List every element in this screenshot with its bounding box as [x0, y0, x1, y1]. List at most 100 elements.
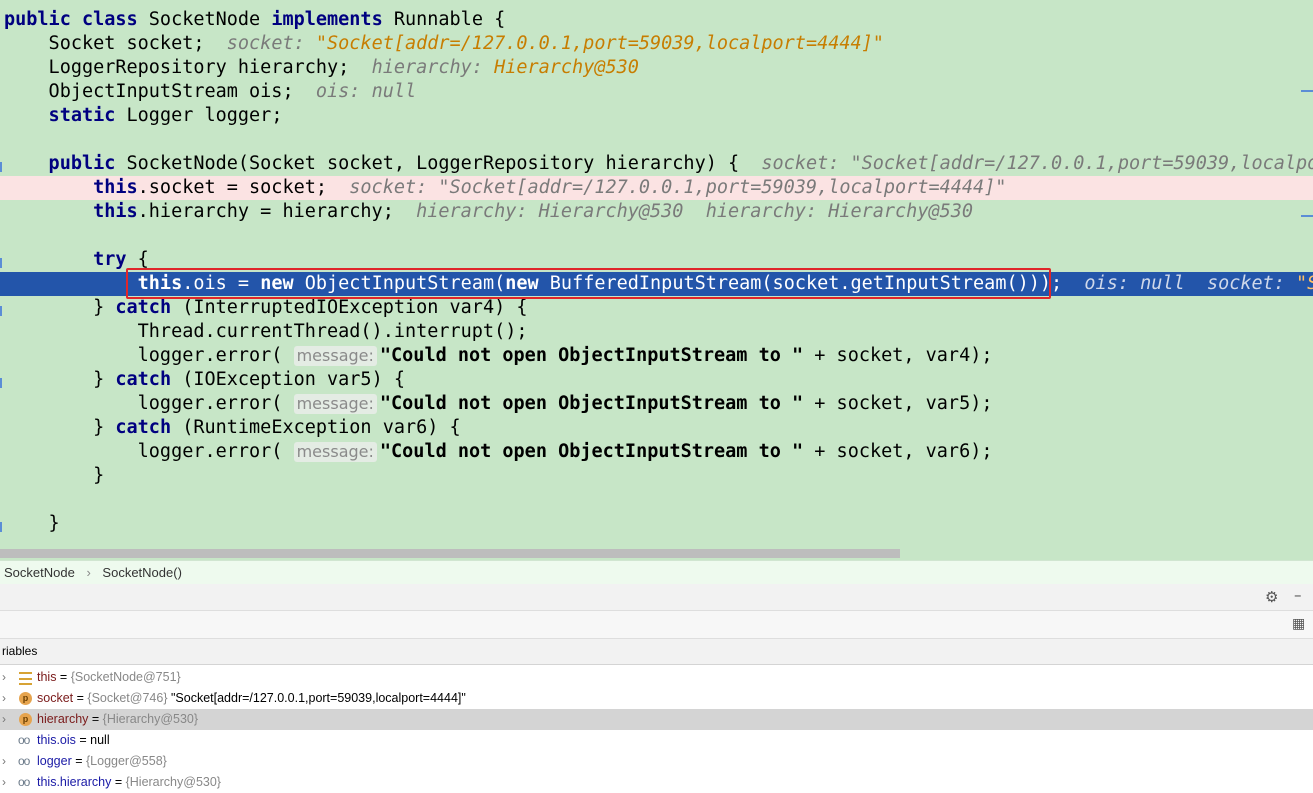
variable-value: null: [90, 733, 110, 747]
variable-name: this.ois: [37, 733, 76, 747]
variable-row[interactable]: › oo logger = {Logger@558}: [0, 751, 1313, 772]
scrollbar-marker: [1301, 90, 1313, 92]
inline-debug-value: socket: "Socket[addr=/127.0.0.1,port=590…: [349, 177, 1007, 198]
code-line[interactable]: this.socket = socket; socket: "Socket[ad…: [0, 176, 1313, 200]
code-token: }: [4, 513, 60, 534]
variable-name: this.hierarchy: [37, 775, 112, 789]
code-token: {: [137, 249, 149, 270]
code-line[interactable]: logger.error( message: "Could not open Ob…: [0, 344, 1313, 368]
code-line[interactable]: public class SocketNode implements Runna…: [0, 8, 1313, 32]
inline-debug-value: hierarchy:: [371, 57, 495, 78]
variable-name: this: [37, 670, 57, 684]
code-line[interactable]: [0, 488, 1313, 512]
code-line[interactable]: public SocketNode(Socket socket, LoggerR…: [0, 152, 1313, 176]
breadcrumb: SocketNode › SocketNode(): [0, 560, 1313, 584]
scrollbar-marker: [1301, 215, 1313, 217]
breadcrumb-class[interactable]: SocketNode: [0, 565, 79, 580]
variable-name: logger: [37, 754, 72, 768]
watch-icon: oo: [18, 775, 30, 789]
variable-row[interactable]: › oo this.hierarchy = {Hierarchy@530}: [0, 772, 1313, 793]
code-token: catch: [115, 417, 183, 438]
variable-text: this.ois = null: [37, 733, 110, 747]
code-token: logger.error(: [4, 345, 294, 366]
expand-arrow-icon[interactable]: ›: [2, 667, 6, 688]
variable-row[interactable]: oo this.ois = null: [0, 730, 1313, 751]
expand-arrow-icon[interactable]: ›: [2, 709, 6, 730]
code-token: implements: [271, 9, 394, 30]
code-line[interactable]: Thread.currentThread().interrupt();: [0, 320, 1313, 344]
expand-arrow-icon[interactable]: ›: [2, 772, 6, 793]
code-token: try: [4, 249, 138, 270]
variable-row[interactable]: › this = {SocketNode@751}: [0, 667, 1313, 688]
minimize-icon[interactable]: –: [1294, 585, 1302, 605]
variable-text: this = {SocketNode@751}: [37, 670, 181, 684]
code-line[interactable]: this.hierarchy = hierarchy; hierarchy: H…: [0, 200, 1313, 224]
gear-icon[interactable]: ⚙: [1265, 587, 1278, 607]
code-line[interactable]: } catch (IOException var5) {: [0, 368, 1313, 392]
variable-type: {Hierarchy@530}: [125, 775, 221, 789]
code-line[interactable]: ObjectInputStream ois; ois: null: [0, 80, 1313, 104]
code-token: logger.error(: [4, 441, 294, 462]
code-token: ObjectInputStream ois;: [4, 81, 316, 102]
code-token: + socket, var6);: [803, 441, 993, 462]
code-line[interactable]: [0, 224, 1313, 248]
code-token: catch: [115, 369, 183, 390]
variable-text: logger = {Logger@558}: [37, 754, 167, 768]
code-line[interactable]: }: [0, 512, 1313, 536]
code-token: (InterruptedIOException var4) {: [182, 297, 528, 318]
code-token: .hierarchy = hierarchy;: [137, 201, 417, 222]
variable-type: {Logger@558}: [86, 754, 167, 768]
variable-name: hierarchy: [37, 712, 89, 726]
breadcrumb-separator: ›: [86, 565, 91, 580]
code-line[interactable]: LoggerRepository hierarchy; hierarchy: H…: [0, 56, 1313, 80]
parameter-hint: message:: [293, 442, 377, 462]
debug-subtoolbar: ▦: [0, 611, 1313, 639]
tab-variables[interactable]: riables: [0, 639, 39, 664]
code-token: Runnable {: [393, 9, 506, 30]
code-token: }: [4, 465, 105, 486]
variable-value: "Socket[addr=/127.0.0.1,port=59039,local…: [167, 691, 466, 705]
layout-icon[interactable]: ▦: [1292, 614, 1305, 634]
code-token: (RuntimeException var6) {: [182, 417, 461, 438]
code-token: .socket = socket;: [137, 177, 350, 198]
code-line[interactable]: [0, 128, 1313, 152]
inline-debug-value: ois: null: [315, 81, 417, 102]
highlight-box: [126, 268, 1051, 299]
gutter-marker: [0, 522, 2, 532]
code-editor[interactable]: public class SocketNode implements Runna…: [0, 0, 1313, 560]
code-line[interactable]: Socket socket; socket: "Socket[addr=/127…: [0, 32, 1313, 56]
code-line[interactable]: }: [0, 464, 1313, 488]
code-line[interactable]: static Logger logger;: [0, 104, 1313, 128]
debugger-tabs: riables: [0, 639, 1313, 665]
expand-arrow-icon[interactable]: ›: [2, 751, 6, 772]
code-token: static: [4, 105, 127, 126]
breadcrumb-method[interactable]: SocketNode(): [98, 565, 185, 580]
code-line[interactable]: logger.error( message: "Could not open Ob…: [0, 440, 1313, 464]
horizontal-scrollbar[interactable]: [0, 549, 900, 558]
gutter-marker: [0, 162, 2, 172]
code-token: }: [4, 417, 116, 438]
code-line[interactable]: logger.error( message: "Could not open Ob…: [0, 392, 1313, 416]
code-line[interactable]: } catch (RuntimeException var6) {: [0, 416, 1313, 440]
expand-arrow-icon[interactable]: ›: [2, 688, 6, 709]
watch-icon: oo: [18, 754, 30, 768]
inline-debug-value: socket:: [226, 33, 316, 54]
code-token: + socket, var4);: [803, 345, 993, 366]
variable-text: hierarchy = {Hierarchy@530}: [37, 712, 199, 726]
variables-panel: › this = {SocketNode@751} › p socket = {Sock…: [0, 666, 1313, 793]
object-icon: [19, 672, 32, 685]
code-token: }: [4, 297, 116, 318]
inline-debug-value: hierarchy: Hierarchy@530 hierarchy: Hier…: [416, 201, 974, 222]
parameter-hint: message:: [293, 346, 377, 366]
variable-text: socket = {Socket@746} "Socket[addr=/127.…: [37, 691, 466, 705]
variable-row[interactable]: › p socket = {Socket@746} "Socket[addr=/12…: [0, 688, 1313, 709]
inline-debug-value: Hierarchy@530: [494, 57, 639, 78]
debug-toolbar: ⚙ –: [0, 584, 1313, 611]
variable-row[interactable]: › p hierarchy = {Hierarchy@530}: [0, 709, 1313, 730]
gutter-marker: [0, 306, 2, 316]
code-token: "Could not open ObjectInputStream to ": [379, 345, 804, 366]
code-token: catch: [115, 297, 183, 318]
code-token: LoggerRepository hierarchy;: [4, 57, 372, 78]
code-token: logger.error(: [4, 393, 294, 414]
code-line[interactable]: } catch (InterruptedIOException var4) {: [0, 296, 1313, 320]
